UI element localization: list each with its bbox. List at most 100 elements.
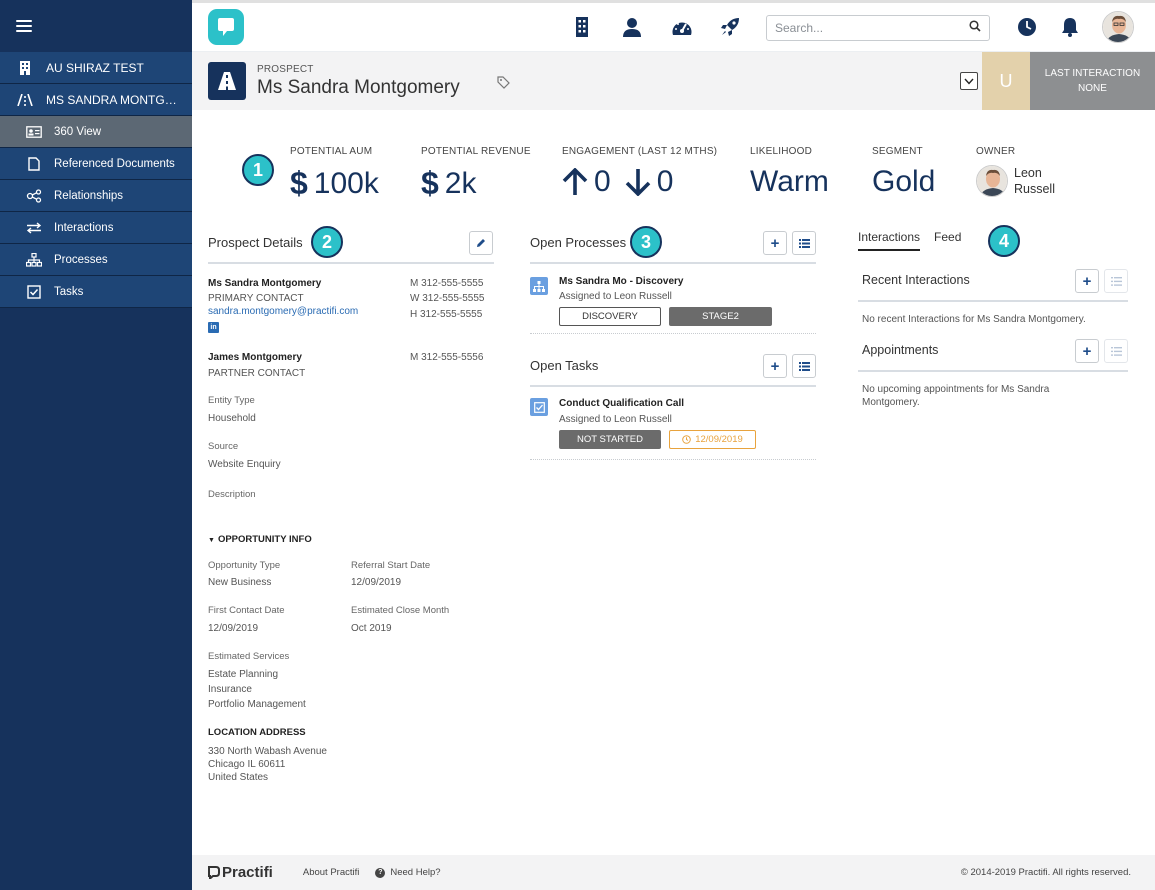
partner-mobile[interactable]: M 312-555-5556 xyxy=(410,352,483,363)
hamburger-icon xyxy=(16,20,32,32)
sidebar-item-au-shiraz-test[interactable]: AU SHIRAZ TEST xyxy=(0,52,192,84)
owner-last-name[interactable]: Russell xyxy=(1014,181,1055,197)
divider xyxy=(858,370,1128,372)
process-stage-discovery[interactable]: DISCOVERY xyxy=(559,307,661,326)
sidebar-item-tasks[interactable]: Tasks xyxy=(0,276,192,308)
referral-start-label: Referral Start Date xyxy=(351,560,431,571)
opportunity-info-toggle[interactable]: ▼ OPPORTUNITY INFO xyxy=(208,534,312,545)
list-processes-button[interactable] xyxy=(792,231,816,255)
task-status-badge[interactable]: NOT STARTED xyxy=(559,430,661,449)
sidebar-item-360-view[interactable]: 360 View xyxy=(0,116,192,148)
add-process-button[interactable]: + xyxy=(763,231,787,255)
plus-icon: + xyxy=(1082,342,1092,360)
appointments-title: Appointments xyxy=(862,343,939,357)
sidebar-item-processes[interactable]: Processes xyxy=(0,244,192,276)
menu-button[interactable] xyxy=(0,0,192,52)
kpi-label: ENGAGEMENT (LAST 12 MTHS) xyxy=(562,146,718,157)
top-bar xyxy=(192,0,1155,52)
kpi-value: 2k xyxy=(444,166,477,200)
primary-contact-email[interactable]: sandra.montgomery@practifi.com xyxy=(208,306,358,317)
list-icon xyxy=(1110,276,1122,286)
referral-start-value: 12/09/2019 xyxy=(351,577,402,588)
plus-icon: + xyxy=(1082,272,1092,290)
kpi-label: LIKELIHOOD xyxy=(750,146,813,157)
record-avatar-letter: U xyxy=(982,52,1030,110)
task-title[interactable]: Conduct Qualification Call xyxy=(559,398,684,409)
callout-badge-1: 1 xyxy=(242,154,274,186)
record-actions-dropdown[interactable] xyxy=(960,72,978,90)
sidebar-item-label: 360 View xyxy=(54,125,102,138)
owner-avatar[interactable] xyxy=(976,165,1008,197)
plus-icon: + xyxy=(770,357,780,375)
sidebar-item-relationships[interactable]: Relationships xyxy=(0,180,192,212)
kpi-label: POTENTIAL AUM xyxy=(290,146,373,157)
edit-details-button[interactable] xyxy=(469,231,493,255)
owner-first-name[interactable]: Leon xyxy=(1014,165,1055,181)
search-icon[interactable] xyxy=(969,19,981,37)
arrow-up-icon xyxy=(562,168,588,195)
need-help-label: Need Help? xyxy=(390,867,441,878)
clock-icon[interactable] xyxy=(1015,15,1039,39)
sidebar-item-ms-sandra-montgomery[interactable]: MS SANDRA MONTGOM... xyxy=(0,84,192,116)
practifi-mark-icon xyxy=(208,866,220,879)
process-stage-current[interactable]: STAGE2 xyxy=(669,307,772,326)
sidebar-item-referenced-documents[interactable]: Referenced Documents xyxy=(0,148,192,180)
list-appointments-button[interactable] xyxy=(1104,339,1128,363)
kpi-owner: OWNER Leon Russell xyxy=(976,146,1055,197)
user-avatar[interactable] xyxy=(1102,11,1134,43)
rocket-icon[interactable] xyxy=(718,15,742,39)
tab-interactions[interactable]: Interactions xyxy=(858,230,921,251)
add-task-button[interactable]: + xyxy=(763,354,787,378)
need-help-link[interactable]: ? Need Help? xyxy=(375,867,441,878)
add-interaction-button[interactable]: + xyxy=(1075,269,1099,293)
entity-type-value: Household xyxy=(208,413,256,424)
tag-icon[interactable] xyxy=(497,76,510,94)
person-icon[interactable] xyxy=(620,15,644,39)
contact-card-icon xyxy=(26,125,42,138)
partner-contact-name[interactable]: James Montgomery xyxy=(208,352,302,363)
building-icon[interactable] xyxy=(570,15,594,39)
dashboard-gauge-icon[interactable] xyxy=(670,15,694,39)
kpi-value: Gold xyxy=(872,165,936,198)
callout-badge-3: 3 xyxy=(630,226,662,258)
task-due-date-badge[interactable]: 12/09/2019 xyxy=(669,430,756,449)
bell-icon[interactable] xyxy=(1058,15,1082,39)
relationship-icon xyxy=(26,188,42,203)
checkbox-icon xyxy=(26,284,42,299)
kpi-label: SEGMENT xyxy=(872,146,923,157)
engagement-down-value: 0 xyxy=(656,165,674,198)
entity-type-label: Entity Type xyxy=(208,395,255,406)
search-box[interactable] xyxy=(766,15,990,41)
recent-interactions-empty: No recent Interactions for Ms Sandra Mon… xyxy=(862,314,1086,325)
process-assigned: Assigned to Leon Russell xyxy=(559,291,672,302)
search-input[interactable] xyxy=(775,21,969,35)
record-type-label: PROSPECT xyxy=(257,64,314,75)
primary-work[interactable]: W 312-555-5555 xyxy=(410,293,485,304)
pencil-icon xyxy=(477,239,485,247)
last-interaction-label: LAST INTERACTION xyxy=(1044,68,1141,79)
kpi-label: OWNER xyxy=(976,146,1016,157)
linkedin-icon[interactable]: in xyxy=(208,322,219,333)
list-interactions-button[interactable] xyxy=(1104,269,1128,293)
kpi-segment: SEGMENT Gold xyxy=(872,146,935,199)
opportunity-info-header: OPPORTUNITY INFO xyxy=(217,534,312,545)
divider xyxy=(530,333,816,334)
list-tasks-button[interactable] xyxy=(792,354,816,378)
divider xyxy=(208,262,494,264)
about-practifi-link[interactable]: About Practifi xyxy=(303,867,360,878)
sidebar-item-label: Tasks xyxy=(54,285,84,298)
practifi-logo-icon[interactable] xyxy=(208,9,244,45)
add-appointment-button[interactable]: + xyxy=(1075,339,1099,363)
sidebar-item-label: Relationships xyxy=(54,189,124,202)
primary-mobile[interactable]: M 312-555-5555 xyxy=(410,278,483,289)
process-title[interactable]: Ms Sandra Mo - Discovery xyxy=(559,276,683,287)
tab-feed[interactable]: Feed xyxy=(934,230,961,251)
open-tasks-title: Open Tasks xyxy=(530,358,599,373)
kpi-engagement: ENGAGEMENT (LAST 12 MTHS) 0 0 xyxy=(562,146,717,199)
footer-brand[interactable]: Practifi xyxy=(208,864,273,881)
sidebar-item-interactions[interactable]: Interactions xyxy=(0,212,192,244)
primary-home[interactable]: H 312-555-5555 xyxy=(410,309,482,320)
description-label: Description xyxy=(208,489,256,500)
primary-contact-name[interactable]: Ms Sandra Montgomery xyxy=(208,278,321,289)
source-label: Source xyxy=(208,441,239,452)
